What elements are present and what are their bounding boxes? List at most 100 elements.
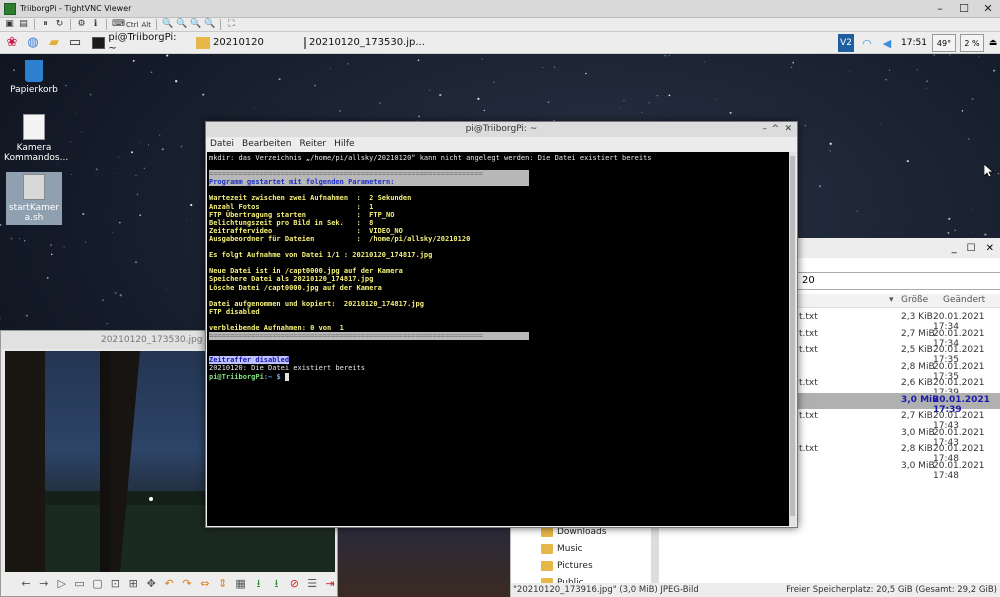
document-icon [23,114,45,140]
file-row[interactable]: t.txt 2,3 KiB 20.01.2021 17:34 [797,310,1000,332]
places-scrollbar[interactable] [651,523,659,583]
fullscreen-icon[interactable]: ⛶ [226,19,237,30]
file-size: 2,8 MiB [901,361,935,372]
file-row[interactable]: t.txt 2,7 KiB 20.01.2021 17:43 [797,409,1000,431]
zoom-100-icon[interactable]: 🔍 [190,19,201,30]
menu-datei[interactable]: Datei [210,137,234,152]
zoom-in-icon[interactable]: ▢ [91,577,105,591]
zoom-fit-icon[interactable]: 🔍 [204,19,215,30]
pause-icon[interactable]: ⏸ [40,19,51,30]
desktop-icon-label: Papierkorb [10,85,58,95]
flip-horizontal-icon[interactable]: ⇔ [198,577,212,591]
clock[interactable]: 17:51 [900,34,928,52]
file-row[interactable]: 3,0 MiB 20.01.2021 17:48 [797,459,1000,481]
file-row[interactable]: t.txt 2,7 MiB 20.01.2021 17:34 [797,327,1000,349]
new-connection-icon[interactable]: ▣ [4,19,15,30]
wifi-icon[interactable]: ◠ [860,34,874,52]
zoom-out-icon[interactable]: 🔍 [176,19,187,30]
fullscreen-icon[interactable]: ✥ [144,577,158,591]
terminal-header: Programm gestartet mit folgenden Paramet… [209,178,529,187]
save-icon[interactable]: ⭳ [252,577,266,591]
desktop-icon-camera-commands[interactable]: Kamera Kommandos... [4,114,68,163]
sort-indicator-icon: ▾ [889,295,894,305]
close-button[interactable]: ✕ [986,243,994,254]
rotate-right-icon[interactable]: ↷ [180,577,194,591]
volume-icon[interactable]: ◀ [880,34,894,52]
terminal-window[interactable]: pi@TriiborgPi: ~ – ^ ✕ Datei Bearbeiten … [205,121,798,528]
task-label: 20210120_173530.jp... [309,37,425,48]
column-size[interactable]: Größe [901,295,928,305]
original-size-icon[interactable]: ⊡ [108,577,122,591]
minimize-button[interactable]: _ [952,243,957,254]
desktop-icon-start-script[interactable]: startKamera.sh [6,172,62,225]
place-pictures[interactable]: Pictures [541,557,661,574]
task-terminal[interactable]: pi@TriiborgPi: ~ [88,32,188,54]
scrollbar-thumb[interactable] [790,156,795,516]
file-size: 2,6 KiB [901,378,933,388]
terminal-scrollbar[interactable] [789,152,796,526]
fit-icon[interactable]: ⊞ [126,577,140,591]
place-label: Music [557,543,583,554]
desktop-icon-label: startKamera.sh [8,203,60,223]
ctrl-alt-del-icon[interactable]: ⌨ [112,19,125,30]
task-image-viewer[interactable]: 20210120_173530.jp... [300,34,425,52]
place-music[interactable]: Music [541,540,661,557]
refresh-icon[interactable]: ↻ [54,19,65,30]
delete-icon[interactable]: ⊘ [287,577,301,591]
file-row[interactable]: t.txt2,6 KiB20.01.2021 17:39 [797,376,1000,398]
file-row[interactable]: 3,0 MiB 20.01.2021 17:39 [797,392,1000,415]
ctrl-button[interactable]: Ctrl [126,21,138,29]
info-icon[interactable]: ℹ [90,19,101,30]
minimize-button[interactable]: – [763,122,768,137]
raspberry-menu-icon[interactable]: ❀ [3,34,21,52]
zoom-in-icon[interactable]: 🔍 [162,19,173,30]
task-folder[interactable]: 20210120 [192,34,296,52]
exit-icon[interactable]: ⇥ [323,577,337,591]
vnc-toolbar: ▣ ▤ ⏸ ↻ ⚙ ℹ ⌨ Ctrl Alt 🔍 🔍 🔍 🔍 ⛶ [0,18,1000,32]
preferences-icon[interactable]: ☰ [305,577,319,591]
alt-button[interactable]: Alt [141,21,150,29]
status-bar: "20210120_173916.jpg" (3,0 MiB) JPEG-Bil… [511,583,1000,597]
file-row[interactable]: t.txt 2,8 KiB 20.01.2021 17:48 [797,442,1000,464]
maximize-button[interactable]: ☐ [967,243,976,254]
save-icon[interactable]: ▤ [18,19,29,30]
terminal-launcher-icon[interactable]: ▭ [66,34,84,52]
save-as-icon[interactable]: ⭳ [269,577,283,591]
vnc-app-icon [4,2,16,15]
file-name: t.txt [799,444,818,454]
open-icon[interactable]: ▦ [234,577,248,591]
separator-line: ========================================… [209,170,529,179]
file-size: 2,7 MiB [901,328,935,339]
maximize-button[interactable]: ^ [771,122,779,137]
place-label: Downloads [557,526,607,537]
terminal-line: Zeitraffervideo : VIDEO_NO [209,226,403,235]
raspberry-pi-panel: ❀ ◍ ▰ ▭ pi@TriiborgPi: ~ 20210120 202101… [0,32,1000,54]
trash-icon [25,60,43,82]
close-button[interactable]: ✕ [976,0,1000,18]
vnc-server-icon[interactable]: V2 [838,34,854,52]
maximize-button[interactable]: ☐ [952,0,976,18]
rotate-left-icon[interactable]: ↶ [162,577,176,591]
desktop-icon-trash[interactable]: Papierkorb [4,60,64,95]
menu-bearbeiten[interactable]: Bearbeiten [242,137,291,152]
next-icon[interactable]: → [37,577,51,591]
slideshow-icon[interactable]: ▷ [55,577,69,591]
options-icon[interactable]: ⚙ [76,19,87,30]
column-changed[interactable]: Geändert [943,295,985,305]
file-manager-icon[interactable]: ▰ [45,34,63,52]
script-icon [23,174,45,200]
flip-vertical-icon[interactable]: ⇕ [216,577,230,591]
minimize-button[interactable]: – [928,0,952,18]
file-row[interactable]: 3,0 MiB 20.01.2021 17:43 [797,426,1000,448]
close-button[interactable]: ✕ [784,122,792,137]
previous-icon[interactable]: ← [19,577,33,591]
menu-hilfe[interactable]: Hilfe [334,137,354,152]
menu-reiter[interactable]: Reiter [299,137,326,152]
path-field[interactable]: 20 [797,272,1000,290]
terminal-output[interactable]: mkdir: das Verzeichnis „/home/pi/allsky/… [207,152,789,526]
file-row[interactable]: t.txt 2,5 KiB 20.01.2021 17:35 [797,343,1000,365]
file-row[interactable]: 2,8 MiB 20.01.2021 17:35 [797,360,1000,382]
zoom-out-icon[interactable]: ▭ [73,577,87,591]
browser-icon[interactable]: ◍ [24,34,42,52]
eject-icon[interactable]: ⏏ [988,34,998,52]
